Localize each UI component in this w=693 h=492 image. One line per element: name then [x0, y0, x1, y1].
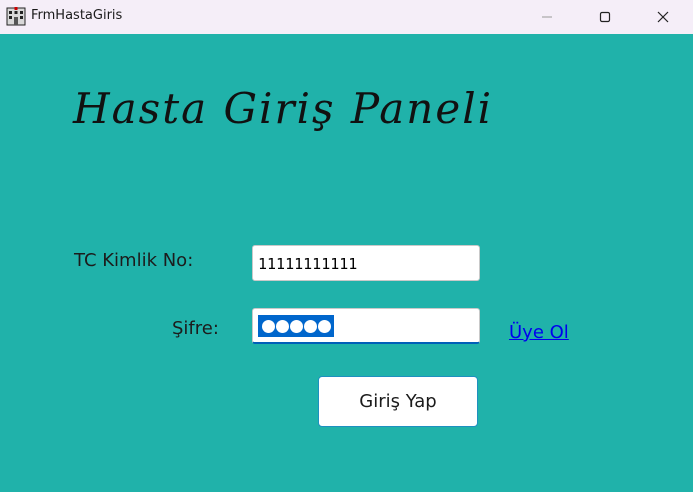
- password-input[interactable]: [252, 308, 480, 344]
- minimize-icon: [541, 8, 553, 27]
- password-dot: [303, 319, 317, 333]
- maximize-icon: [599, 8, 611, 27]
- password-dot: [261, 319, 275, 333]
- minimize-button[interactable]: [524, 0, 570, 34]
- maximize-button[interactable]: [582, 0, 628, 34]
- hospital-building-icon: [6, 6, 26, 26]
- tc-kimlik-input[interactable]: 11111111111: [252, 245, 480, 281]
- title-bar[interactable]: FrmHastaGiris: [0, 0, 693, 34]
- password-dot: [289, 319, 303, 333]
- window-title: FrmHastaGiris: [31, 8, 123, 23]
- password-dot: [275, 319, 289, 333]
- login-panel: Hasta Giriş Paneli TC Kimlik No: 1111111…: [0, 34, 693, 492]
- page-title: Hasta Giriş Paneli: [73, 84, 494, 133]
- tc-kimlik-label: TC Kimlik No:: [74, 250, 194, 271]
- login-button[interactable]: Giriş Yap: [318, 376, 478, 427]
- password-dot: [317, 319, 331, 333]
- close-button[interactable]: [640, 0, 686, 34]
- register-link[interactable]: Üye Ol: [509, 322, 569, 343]
- password-mask: [258, 314, 334, 337]
- app-window: FrmHastaGiris Hasta Giriş Paneli TC Kiml…: [0, 0, 693, 492]
- close-icon: [657, 8, 669, 27]
- password-label: Şifre:: [172, 318, 219, 339]
